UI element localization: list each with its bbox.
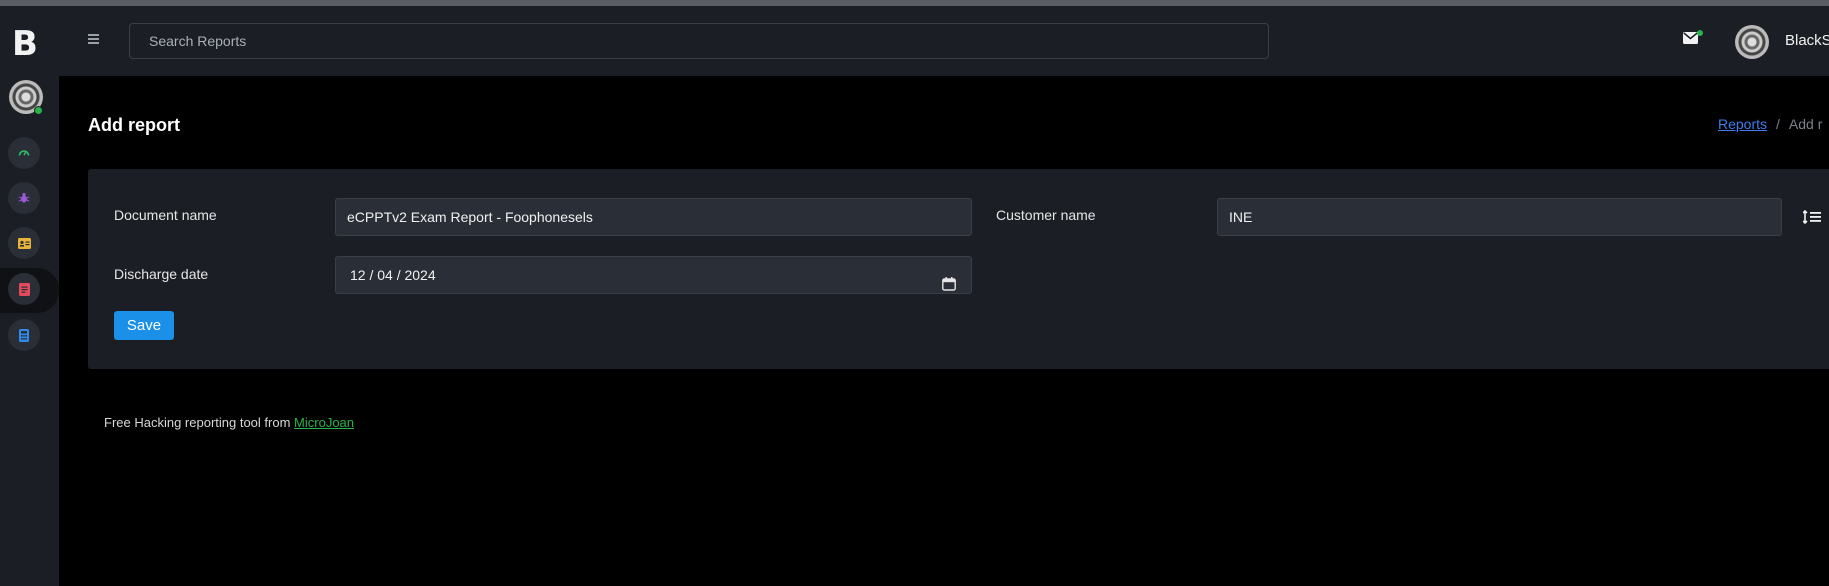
list-options-icon[interactable] [1802, 209, 1821, 229]
sidebar-item-calculator[interactable] [8, 319, 40, 351]
search-input[interactable]: Search Reports [129, 23, 1269, 59]
customer-name-label: Customer name [996, 207, 1096, 223]
footer-link[interactable]: MicroJoan [294, 415, 354, 430]
footer: Free Hacking reporting tool from MicroJo… [104, 415, 354, 430]
footer-text: Free Hacking reporting tool from [104, 415, 291, 430]
gauge-icon [18, 150, 30, 156]
calculator-icon [19, 328, 29, 342]
discharge-date-label: Discharge date [114, 266, 209, 282]
report-icon [18, 282, 30, 296]
app-logo[interactable]: B [0, 24, 50, 64]
sidebar-item-customers[interactable] [8, 227, 40, 259]
online-status-dot [34, 106, 43, 115]
discharge-date-value: 12 / 04 / 2024 [350, 267, 436, 283]
customer-name-field[interactable]: INE [1217, 198, 1782, 236]
sidebar-item-reports[interactable] [8, 273, 40, 305]
save-button[interactable]: Save [114, 311, 174, 340]
breadcrumb-current: Add r [1788, 116, 1823, 132]
sidebar-item-vulnerabilities[interactable] [8, 182, 40, 214]
breadcrumb-reports-link[interactable]: Reports [1718, 116, 1767, 132]
document-name-label: Document name [114, 207, 217, 223]
sidebar-item-dashboard[interactable] [8, 137, 40, 169]
breadcrumb: Reports / Add r [1718, 116, 1822, 132]
bug-icon [18, 193, 30, 203]
discharge-date-field[interactable]: 12 / 04 / 2024 [335, 256, 972, 294]
mail-icon[interactable] [1683, 31, 1698, 49]
page-title: Add report [88, 115, 180, 135]
breadcrumb-separator: / [1776, 116, 1780, 132]
id-card-icon [17, 237, 31, 249]
notification-dot [1697, 30, 1703, 36]
document-name-field[interactable]: eCPPTv2 Exam Report - Foophonesels [335, 198, 972, 236]
user-avatar[interactable] [1735, 25, 1769, 59]
calendar-icon[interactable] [942, 268, 956, 304]
menu-toggle-icon[interactable] [88, 34, 99, 46]
username[interactable]: BlackS [1785, 32, 1829, 49]
